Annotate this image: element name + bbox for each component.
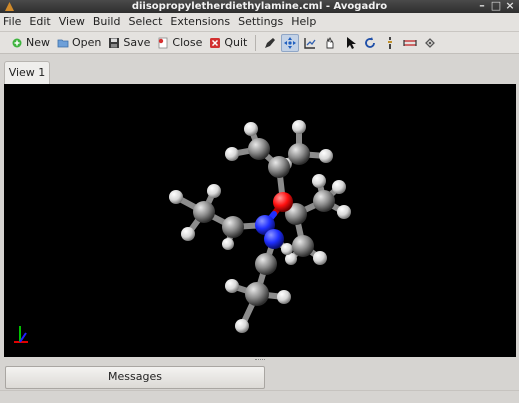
auto-rotate-tool-icon bbox=[365, 36, 376, 48]
new-button[interactable]: New bbox=[8, 33, 54, 53]
view-tab-strip: View 1 bbox=[0, 55, 519, 84]
bond-centric-tool-icon bbox=[304, 37, 316, 49]
measure-tool-icon bbox=[403, 39, 417, 46]
splitter-grip[interactable] bbox=[255, 359, 265, 363]
minimize-button[interactable]: – bbox=[475, 0, 489, 13]
save-disk-icon bbox=[109, 37, 120, 48]
open-button[interactable]: Open bbox=[54, 33, 105, 53]
auto-rotate-tool-button[interactable] bbox=[361, 34, 379, 52]
menu-extensions[interactable]: Extensions bbox=[167, 13, 235, 31]
axes-indicator bbox=[14, 326, 28, 343]
menu-select[interactable]: Select bbox=[125, 13, 167, 31]
messages-button[interactable]: Messages bbox=[5, 366, 265, 389]
bond-centric-tool-button[interactable] bbox=[301, 34, 319, 52]
menu-settings[interactable]: Settings bbox=[235, 13, 288, 31]
dock-splitter[interactable] bbox=[0, 357, 519, 365]
open-button-label: Open bbox=[72, 36, 102, 49]
molecule-render[interactable] bbox=[4, 84, 516, 357]
close-document-icon bbox=[159, 37, 168, 48]
menu-edit[interactable]: Edit bbox=[26, 13, 55, 31]
manipulate-tool-button[interactable] bbox=[321, 34, 339, 52]
auto-optimize-tool-button[interactable] bbox=[381, 34, 399, 52]
manipulate-tool-icon bbox=[326, 36, 334, 48]
tab-view-1[interactable]: View 1 bbox=[4, 61, 50, 84]
align-tool-button[interactable] bbox=[421, 34, 439, 52]
align-tool-icon bbox=[425, 37, 436, 48]
quit-icon bbox=[210, 37, 221, 48]
quit-button[interactable]: Quit bbox=[206, 33, 251, 53]
toolbar-separator bbox=[255, 34, 257, 51]
quit-button-label: Quit bbox=[224, 36, 248, 49]
maximize-button[interactable]: □ bbox=[489, 0, 503, 13]
status-bar bbox=[0, 390, 519, 403]
main-toolbar: New Open Save Close Quit bbox=[0, 32, 519, 54]
menu-help[interactable]: Help bbox=[288, 13, 321, 31]
select-tool-icon bbox=[347, 36, 357, 49]
measure-tool-button[interactable] bbox=[401, 34, 419, 52]
window-close-button[interactable]: × bbox=[503, 0, 517, 13]
menu-file[interactable]: File bbox=[0, 13, 26, 31]
auto-optimize-tool-icon bbox=[388, 36, 393, 49]
save-button[interactable]: Save bbox=[105, 33, 154, 53]
close-button[interactable]: Close bbox=[154, 33, 206, 53]
open-folder-icon bbox=[57, 39, 69, 47]
menu-view[interactable]: View bbox=[56, 13, 90, 31]
close-button-label: Close bbox=[172, 36, 203, 49]
navigate-tool-icon bbox=[284, 36, 297, 49]
window-title-bar: diisopropyletherdiethylamine.cml - Avoga… bbox=[0, 0, 519, 13]
navigate-tool-button[interactable] bbox=[281, 33, 300, 52]
new-button-label: New bbox=[26, 36, 50, 49]
draw-tool-icon bbox=[265, 37, 276, 48]
molecule-viewport[interactable] bbox=[4, 84, 516, 357]
menu-bar: File Edit View Build Select Extensions Setting… bbox=[0, 13, 519, 32]
new-file-icon bbox=[12, 38, 22, 47]
select-tool-button[interactable] bbox=[341, 34, 359, 52]
save-button-label: Save bbox=[123, 36, 151, 49]
menu-build[interactable]: Build bbox=[90, 13, 126, 31]
window-title: diisopropyletherdiethylamine.cml - Avoga… bbox=[131, 1, 388, 12]
draw-tool-button[interactable] bbox=[261, 34, 279, 52]
